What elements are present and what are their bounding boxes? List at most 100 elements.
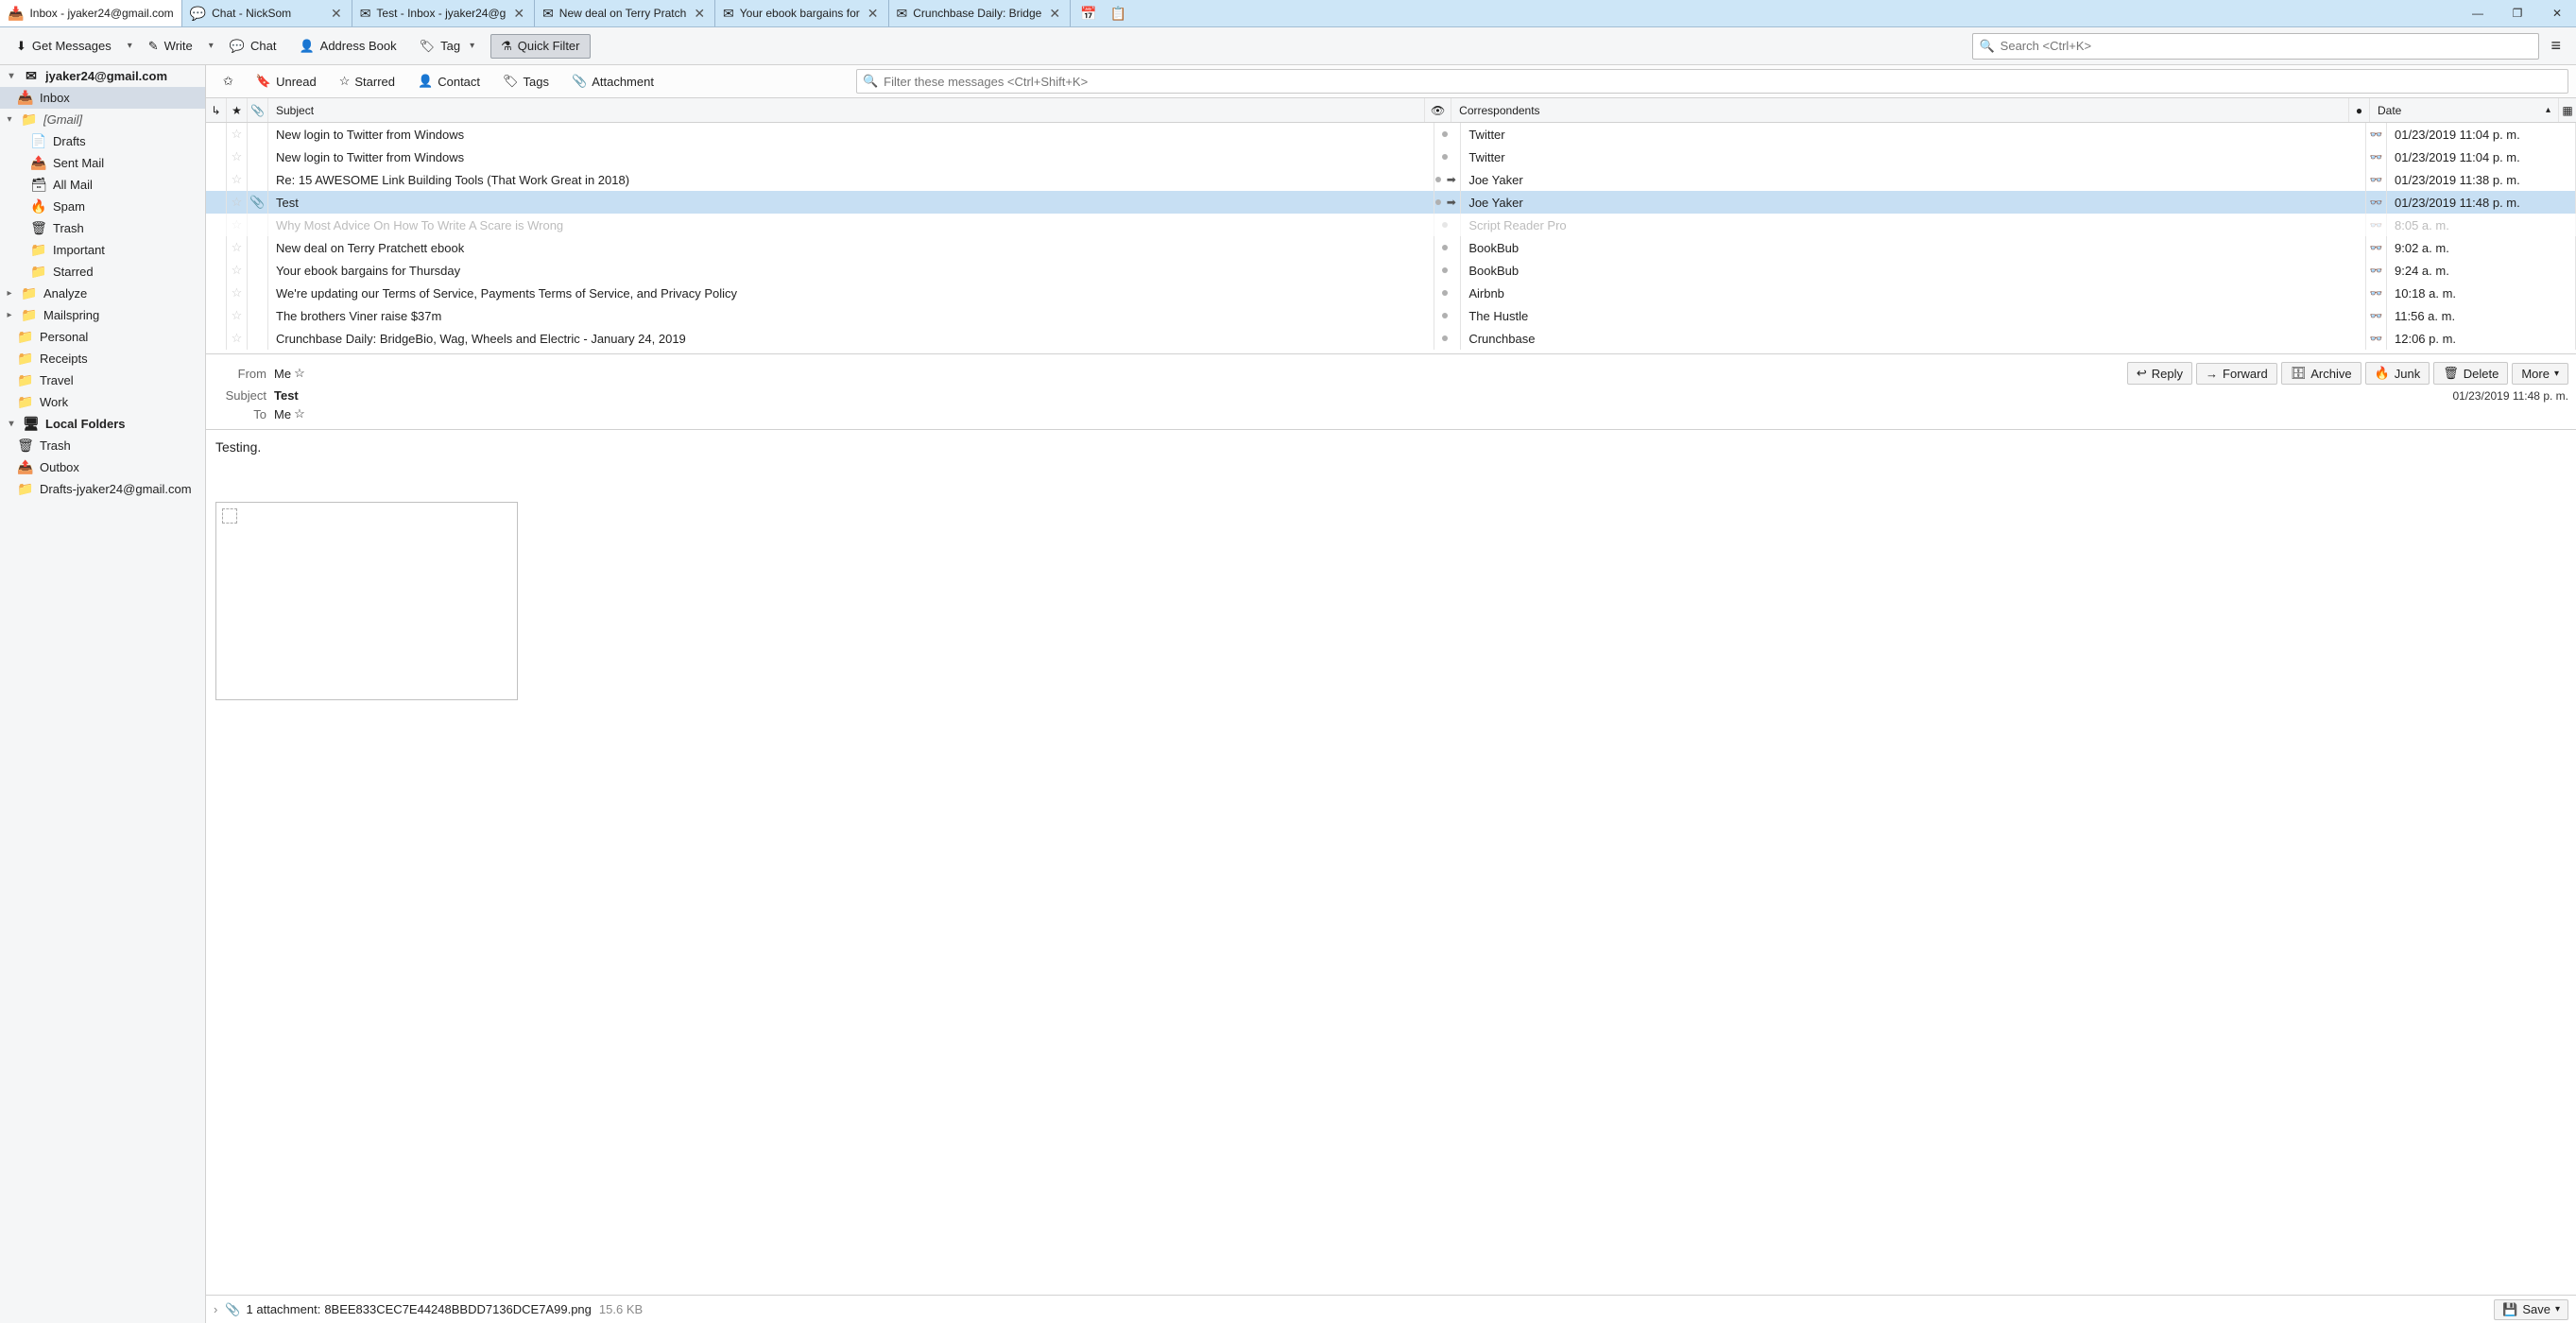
tab-ebook[interactable]: ✉ Your ebook bargains for ✕ [715, 0, 888, 26]
qf-tags-button[interactable]: 🏷Tags [493, 70, 558, 93]
minimize-button[interactable]: — [2459, 0, 2497, 27]
col-attachment[interactable]: 📎 [248, 98, 268, 122]
qf-starred-button[interactable]: ☆Starred [330, 70, 404, 93]
folder-gmail[interactable]: ▾ 📁 [Gmail] [0, 109, 205, 130]
tag-button[interactable]: 🏷 Tag ▾ [409, 34, 489, 59]
global-search[interactable]: 🔍 [1972, 33, 2539, 60]
qf-unread-button[interactable]: 🔖Unread [247, 70, 326, 93]
message-row[interactable]: ☆Your ebook bargains for ThursdayBookBub… [206, 259, 2576, 282]
tab-inbox[interactable]: 📥 Inbox - jyaker24@gmail.com [0, 0, 182, 26]
chevron-right-icon[interactable]: › [214, 1302, 217, 1316]
attachment-name[interactable]: 8BEE833CEC7E44248BBDD7136DCE7A99.png [324, 1302, 592, 1316]
qf-attachment-button[interactable]: 📎Attachment [562, 70, 663, 93]
star-icon[interactable]: ☆ [232, 172, 243, 187]
folder-outbox[interactable]: 📤 Outbox [0, 456, 205, 478]
message-row[interactable]: ☆📎Test➡Joe Yaker👓01/23/2019 11:48 p. m. [206, 191, 2576, 214]
message-row[interactable]: ☆Re: 15 AWESOME Link Building Tools (Tha… [206, 168, 2576, 191]
message-row[interactable]: ☆New login to Twitter from WindowsTwitte… [206, 146, 2576, 168]
col-picker[interactable]: ▦ [2559, 98, 2576, 122]
tab-crunchbase[interactable]: ✉ Crunchbase Daily: Bridge ✕ [889, 0, 1072, 26]
search-input[interactable] [2001, 39, 2533, 53]
account-node[interactable]: ▾ ✉ jyaker24@gmail.com [0, 65, 205, 87]
close-button[interactable]: ✕ [2538, 0, 2576, 27]
folder-sent[interactable]: 📤 Sent Mail [0, 152, 205, 174]
save-attachment-button[interactable]: 💾 Save ▾ [2494, 1299, 2568, 1320]
qf-contact-button[interactable]: 👤Contact [408, 70, 489, 93]
star-icon[interactable]: ☆ [232, 240, 243, 255]
filter-input[interactable] [884, 75, 2562, 89]
folder-drafts[interactable]: 📄 Drafts [0, 130, 205, 152]
folder-analyze[interactable]: ▸ 📁 Analyze [0, 283, 205, 304]
more-button[interactable]: More▾ [2512, 363, 2568, 385]
close-icon[interactable]: ✕ [511, 6, 526, 22]
chat-button[interactable]: 💬 Chat [219, 34, 287, 59]
calendar-icon[interactable]: 📅 [1076, 4, 1100, 24]
folder-mailspring[interactable]: ▸ 📁 Mailspring [0, 304, 205, 326]
chevron-down-icon[interactable]: ▾ [6, 419, 17, 429]
col-correspondents[interactable]: Correspondents [1451, 98, 2349, 122]
qf-pin-button[interactable]: ✩ [214, 70, 243, 93]
folder-all-mail[interactable]: 🗃 All Mail [0, 174, 205, 196]
quick-filter-button[interactable]: ⚗ Quick Filter [490, 34, 590, 59]
folder-personal[interactable]: 📁 Personal [0, 326, 205, 348]
folder-spam[interactable]: 🔥 Spam [0, 196, 205, 217]
star-icon[interactable]: ☆ [232, 149, 243, 164]
star-icon[interactable]: ☆ [232, 195, 243, 210]
tab-test[interactable]: ✉ Test - Inbox - jyaker24@g ✕ [352, 0, 535, 26]
delete-button[interactable]: 🗑Delete [2433, 362, 2508, 385]
col-subject[interactable]: Subject [268, 98, 1425, 122]
close-icon[interactable]: ✕ [329, 6, 344, 22]
chevron-down-icon[interactable]: ▾ [6, 71, 17, 81]
message-row[interactable]: ☆We're updating our Terms of Service, Pa… [206, 282, 2576, 304]
chevron-right-icon[interactable]: ▸ [4, 310, 15, 320]
col-date[interactable]: Date▴ [2370, 98, 2559, 122]
star-icon[interactable]: ☆ [294, 406, 305, 421]
star-icon[interactable]: ☆ [232, 285, 243, 301]
tasks-icon[interactable]: 📋 [1106, 4, 1129, 24]
folder-important[interactable]: 📁 Important [0, 239, 205, 261]
col-thread[interactable]: ↳ [206, 98, 227, 122]
chevron-down-icon[interactable]: ▾ [4, 114, 15, 125]
attachment-preview[interactable] [215, 502, 518, 700]
col-indicator[interactable]: 👁 [1425, 98, 1451, 122]
app-menu-button[interactable]: ≡ [2541, 32, 2570, 60]
archive-button[interactable]: 🗄Archive [2281, 362, 2361, 385]
maximize-button[interactable]: ❐ [2499, 0, 2536, 27]
col-star[interactable]: ★ [227, 98, 248, 122]
folder-trash[interactable]: 🗑 Trash [0, 217, 205, 239]
message-row[interactable]: ☆Crunchbase Daily: BridgeBio, Wag, Wheel… [206, 327, 2576, 350]
write-button[interactable]: ✎ Write [138, 34, 203, 59]
folder-inbox[interactable]: 📥 Inbox [0, 87, 205, 109]
star-icon[interactable]: ☆ [232, 331, 243, 346]
chevron-right-icon[interactable]: ▸ [4, 288, 15, 299]
tab-chat[interactable]: 💬 Chat - NickSom ✕ [182, 0, 352, 26]
star-icon[interactable]: ☆ [232, 263, 243, 278]
star-icon[interactable]: ☆ [232, 308, 243, 323]
folder-local-trash[interactable]: 🗑 Trash [0, 435, 205, 456]
dropdown-icon[interactable]: ▾ [124, 41, 136, 51]
star-icon[interactable]: ☆ [232, 217, 243, 232]
star-icon[interactable]: ☆ [294, 366, 305, 381]
forward-button[interactable]: →Forward [2196, 363, 2277, 385]
address-book-button[interactable]: 👤 Address Book [288, 34, 406, 59]
folder-starred[interactable]: 📁 Starred [0, 261, 205, 283]
close-icon[interactable]: ✕ [1047, 6, 1062, 22]
message-row[interactable]: ☆Why Most Advice On How To Write A Scare… [206, 214, 2576, 236]
filter-messages-search[interactable]: 🔍 [856, 69, 2568, 94]
folder-local-drafts[interactable]: 📁 Drafts-jyaker24@gmail.com [0, 478, 205, 500]
tab-deal[interactable]: ✉ New deal on Terry Pratch ✕ [535, 0, 715, 26]
message-row[interactable]: ☆New login to Twitter from WindowsTwitte… [206, 123, 2576, 146]
folder-work[interactable]: 📁 Work [0, 391, 205, 413]
folder-travel[interactable]: 📁 Travel [0, 369, 205, 391]
reply-button[interactable]: ↩Reply [2127, 362, 2192, 385]
junk-button[interactable]: 🔥Junk [2365, 362, 2430, 385]
local-folders-node[interactable]: ▾ 🖥 Local Folders [0, 413, 205, 435]
close-icon[interactable]: ✕ [866, 6, 881, 22]
message-row[interactable]: ☆New deal on Terry Pratchett ebookBookBu… [206, 236, 2576, 259]
dropdown-icon[interactable]: ▾ [205, 41, 217, 51]
folder-receipts[interactable]: 📁 Receipts [0, 348, 205, 369]
close-icon[interactable]: ✕ [692, 6, 707, 22]
col-read[interactable]: ● [2349, 98, 2370, 122]
get-messages-button[interactable]: ⬇ Get Messages [6, 34, 122, 59]
message-row[interactable]: ☆The brothers Viner raise $37mThe Hustle… [206, 304, 2576, 327]
